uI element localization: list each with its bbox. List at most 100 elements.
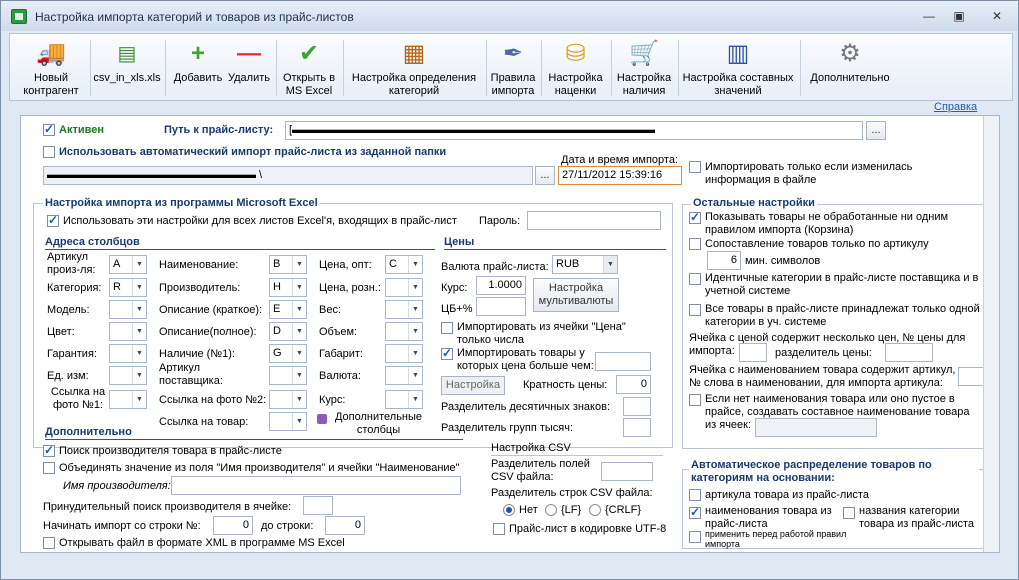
merge-manufacturer-checkbox[interactable] bbox=[43, 462, 55, 474]
stock-button[interactable]: 🛒 Настройка наличия bbox=[612, 34, 676, 100]
file-csv-button[interactable]: ▤ csv_in_xls.xls bbox=[92, 34, 162, 100]
multi-price-input[interactable] bbox=[739, 343, 767, 362]
open-xml-checkbox[interactable] bbox=[43, 537, 55, 549]
minimize-icon[interactable]: — bbox=[917, 7, 941, 25]
manufacturer-select[interactable]: H ▼ bbox=[269, 278, 307, 297]
field-sep-input[interactable] bbox=[601, 462, 653, 481]
desc-full-select[interactable]: D ▼ bbox=[269, 322, 307, 341]
decimal-sep-input[interactable] bbox=[623, 397, 651, 416]
composite-button[interactable]: ▥ Настройка составных значений bbox=[678, 34, 798, 100]
markup-button[interactable]: ⛁ Настройка наценки bbox=[543, 34, 608, 100]
price-path-input[interactable]: [▬▬▬▬▬▬▬▬▬▬▬▬▬▬▬▬▬▬▬▬▬▬▬▬▬▬▬▬▬▬▬▬▬ bbox=[285, 121, 863, 140]
category-select[interactable]: R ▼ bbox=[109, 278, 147, 297]
volume-select[interactable]: ▼ bbox=[385, 322, 423, 341]
by-article-checkbox[interactable] bbox=[689, 489, 701, 501]
article-select[interactable]: A ▼ bbox=[109, 255, 147, 274]
datetime-input[interactable]: 27/11/2012 15:39:16 bbox=[558, 166, 682, 185]
password-input[interactable] bbox=[527, 211, 661, 230]
currency-select[interactable]: RUB ▼ bbox=[552, 255, 618, 274]
use-for-all-checkbox[interactable] bbox=[47, 213, 59, 227]
plus-icon: + bbox=[190, 40, 205, 67]
chevron-down-icon: ▼ bbox=[408, 391, 422, 408]
cb-input[interactable] bbox=[476, 297, 526, 316]
close-icon[interactable]: ✕ bbox=[985, 7, 1009, 25]
only-changed-checkbox[interactable] bbox=[689, 161, 701, 173]
price-gt-input[interactable] bbox=[595, 352, 651, 371]
settings-button[interactable]: Настройка bbox=[441, 376, 505, 395]
composite-cells-input[interactable] bbox=[755, 418, 877, 437]
utf8-checkbox[interactable] bbox=[493, 523, 505, 535]
match-article-checkbox[interactable] bbox=[689, 238, 701, 250]
photo2-select[interactable]: ▼ bbox=[269, 390, 307, 409]
import-numbers-checkbox[interactable] bbox=[441, 322, 453, 334]
color-select[interactable]: ▼ bbox=[109, 322, 147, 341]
more-button[interactable]: ⚙ Дополнительно bbox=[800, 34, 900, 100]
model-select[interactable]: ▼ bbox=[109, 300, 147, 319]
folder-input[interactable]: ▬▬▬▬▬▬▬▬▬▬▬▬▬▬▬▬▬▬▬ \ bbox=[43, 166, 533, 185]
to-row-input[interactable]: 0 bbox=[325, 516, 365, 535]
radio-lf[interactable] bbox=[545, 504, 557, 516]
price-sep-input[interactable] bbox=[885, 343, 933, 362]
extra-section-title: Дополнительно bbox=[45, 426, 132, 438]
category-settings-button[interactable]: ▦ Настройка определения категорий bbox=[344, 34, 484, 100]
chevron-down-icon: ▼ bbox=[408, 345, 422, 362]
show-unprocessed-checkbox[interactable] bbox=[689, 210, 701, 224]
product-link-select[interactable]: ▼ bbox=[269, 412, 307, 431]
model-label: Модель: bbox=[47, 304, 90, 316]
import-rules-button[interactable]: ✒ Правила импорта bbox=[488, 34, 538, 100]
add-button[interactable]: + Добавить bbox=[168, 34, 228, 100]
find-manufacturer-checkbox[interactable] bbox=[43, 443, 55, 457]
unit-select[interactable]: ▼ bbox=[109, 366, 147, 385]
warranty-select[interactable]: ▼ bbox=[109, 344, 147, 363]
one-category-checkbox[interactable] bbox=[689, 304, 701, 316]
by-article-label: артикула товара из прайс-листа bbox=[705, 489, 869, 501]
import-price-gt-checkbox[interactable] bbox=[441, 346, 453, 360]
price-opt-select[interactable]: C ▼ bbox=[385, 255, 423, 274]
gear-icon: ⚙ bbox=[839, 40, 861, 67]
price-precision-input[interactable]: 0 bbox=[616, 375, 651, 394]
product-link-label: Ссылка на товар: bbox=[159, 416, 249, 428]
rate-col-select[interactable]: ▼ bbox=[385, 390, 423, 409]
radio-none[interactable] bbox=[503, 504, 515, 516]
radio-crlf[interactable] bbox=[589, 504, 601, 516]
open-excel-button[interactable]: ✔ Открыть в MS Excel bbox=[278, 34, 340, 100]
sup-article-select[interactable]: ▼ bbox=[269, 366, 307, 385]
multicurrency-button[interactable]: Настройка мультивалюты bbox=[533, 278, 619, 312]
columns-icon bbox=[317, 414, 327, 424]
desc-short-select[interactable]: E ▼ bbox=[269, 300, 307, 319]
rate-input[interactable]: 1.0000 bbox=[476, 276, 526, 295]
auto-import-checkbox[interactable] bbox=[43, 146, 55, 158]
maximize-icon[interactable]: ▣ bbox=[947, 7, 971, 25]
browse-folder-button[interactable]: ... bbox=[535, 166, 555, 185]
active-checkbox[interactable] bbox=[43, 122, 55, 136]
apply-before-checkbox[interactable] bbox=[689, 531, 701, 543]
group-sep-input[interactable] bbox=[623, 418, 651, 437]
active-label: Активен bbox=[59, 124, 104, 136]
new-contractor-button[interactable]: 🚚 Новый контрагент bbox=[16, 34, 86, 100]
name-select[interactable]: B ▼ bbox=[269, 255, 307, 274]
word-num-input[interactable] bbox=[958, 367, 986, 386]
price-retail-select[interactable]: ▼ bbox=[385, 278, 423, 297]
size-select[interactable]: ▼ bbox=[385, 344, 423, 363]
weight-select[interactable]: ▼ bbox=[385, 300, 423, 319]
vertical-scrollbar[interactable] bbox=[983, 116, 999, 552]
delete-button[interactable]: — Удалить bbox=[224, 34, 274, 100]
cart-icon: 🛒 bbox=[629, 40, 659, 67]
currency-col-select[interactable]: ▼ bbox=[385, 366, 423, 385]
stock-select[interactable]: G ▼ bbox=[269, 344, 307, 363]
by-name-checkbox[interactable] bbox=[689, 505, 701, 519]
extra-columns-link[interactable]: Дополнительные столбцы bbox=[331, 411, 426, 437]
start-row-input[interactable]: 0 bbox=[213, 516, 253, 535]
min-chars-input[interactable]: 6 bbox=[707, 251, 741, 270]
by-cat-names-checkbox[interactable] bbox=[843, 507, 855, 519]
manufacturer-name-input[interactable] bbox=[171, 476, 461, 495]
browse-price-button[interactable]: ... bbox=[866, 121, 886, 140]
chevron-down-icon: ▼ bbox=[292, 256, 306, 273]
identical-categories-checkbox[interactable] bbox=[689, 273, 701, 285]
photo1-select[interactable]: ▼ bbox=[109, 390, 147, 409]
composite-name-checkbox[interactable] bbox=[689, 394, 701, 406]
weight-label: Вес: bbox=[319, 304, 342, 316]
show-unprocessed-label: Показывать товары не обработанные ни одн… bbox=[705, 211, 949, 236]
help-link[interactable]: Справка bbox=[934, 101, 977, 113]
force-find-input[interactable] bbox=[303, 496, 333, 515]
